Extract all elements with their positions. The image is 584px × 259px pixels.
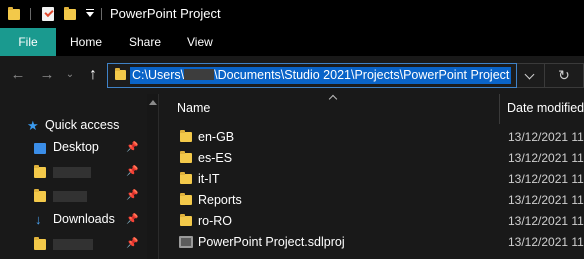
customize-toolbar-icon[interactable]	[86, 9, 94, 19]
tab-file[interactable]: File	[0, 28, 56, 56]
sidebar-item-redacted[interactable]: 📌	[0, 160, 145, 184]
navigation-bar: ← → ⌄ ↑ C:\Users\ \Documents\Studio 2021\…	[0, 56, 584, 94]
address-dropdown-button[interactable]	[517, 63, 545, 88]
scroll-up-icon[interactable]	[149, 100, 157, 105]
sidebar-item-redacted[interactable]: 📌	[0, 232, 145, 256]
folder-icon	[34, 237, 46, 250]
column-divider[interactable]	[499, 94, 500, 124]
file-name: it-IT	[198, 172, 220, 186]
ribbon-tabs: File Home Share View	[0, 28, 584, 56]
column-header-date-modified[interactable]: Date modified	[507, 101, 584, 115]
pin-icon[interactable]: 📌	[126, 190, 138, 201]
file-date: 13/12/2021 11:5	[508, 151, 584, 165]
address-bar[interactable]: C:\Users\ \Documents\Studio 2021\Projects…	[107, 63, 517, 88]
list-item[interactable]: ro-RO 13/12/2021 11:5	[159, 211, 584, 232]
folder-icon	[180, 151, 192, 163]
file-name: en-GB	[198, 130, 235, 144]
sidebar-item-label: Desktop	[53, 140, 99, 154]
file-date: 13/12/2021 11:5	[508, 193, 584, 207]
file-date: 13/12/2021 11:5	[508, 172, 584, 186]
folder-icon	[180, 130, 192, 142]
project-file-icon	[179, 236, 193, 248]
title-bar: PowerPoint Project	[0, 0, 584, 28]
file-name: PowerPoint Project.sdlproj	[198, 235, 345, 249]
pin-icon[interactable]: 📌	[126, 238, 138, 249]
forward-arrow-icon[interactable]: →	[37, 66, 57, 84]
folder-icon	[115, 68, 126, 80]
file-date: 13/12/2021 11:5	[508, 214, 584, 228]
divider	[101, 8, 102, 20]
tab-share[interactable]: Share	[129, 28, 161, 56]
file-list: Name Date modified en-GB 13/12/2021 11:5…	[159, 94, 584, 259]
pin-icon[interactable]: 📌	[126, 166, 138, 177]
pin-icon[interactable]: 📌	[126, 142, 138, 153]
chevron-down-icon[interactable]: ⌄	[64, 66, 76, 84]
list-item[interactable]: it-IT 13/12/2021 11:5	[159, 169, 584, 190]
list-item[interactable]: PowerPoint Project.sdlproj 13/12/2021 11…	[159, 232, 584, 253]
new-folder-icon[interactable]	[64, 7, 76, 20]
refresh-icon[interactable]: ↻	[545, 63, 584, 88]
sidebar-item-redacted[interactable]: 📌	[0, 184, 145, 208]
file-name: es-ES	[198, 151, 233, 165]
file-date: 13/12/2021 11:5	[508, 235, 584, 249]
path-suffix: \Documents\Studio 2021\Projects\PowerPoi…	[214, 68, 510, 82]
folder-icon	[34, 189, 46, 202]
tab-view[interactable]: View	[187, 28, 213, 56]
sidebar-item-label: Downloads	[53, 212, 115, 226]
redacted-username	[184, 69, 215, 80]
sidebar-item-downloads[interactable]: ↓ Downloads 📌	[0, 208, 145, 232]
sidebar-item-label: Quick access	[45, 118, 120, 132]
properties-icon[interactable]	[42, 7, 54, 21]
back-arrow-icon[interactable]: ←	[8, 66, 28, 84]
address-path[interactable]: C:\Users\ \Documents\Studio 2021\Projects…	[130, 67, 512, 84]
list-item[interactable]: Reports 13/12/2021 11:5	[159, 190, 584, 211]
desktop-icon	[34, 143, 46, 154]
pin-icon[interactable]: 📌	[126, 214, 138, 225]
window-title: PowerPoint Project	[110, 6, 221, 21]
navigation-pane-scrollbar[interactable]	[147, 94, 158, 259]
download-icon: ↓	[35, 212, 42, 227]
folder-icon	[180, 214, 192, 226]
file-name: Reports	[198, 193, 242, 207]
tab-home[interactable]: Home	[70, 28, 102, 56]
file-name: ro-RO	[198, 214, 233, 228]
divider	[30, 8, 31, 20]
column-header-name[interactable]: Name	[177, 101, 210, 115]
up-arrow-icon[interactable]: ↑	[84, 66, 102, 84]
navigation-pane: ★ Quick access Desktop 📌 📌 📌 ↓ Downloads…	[0, 94, 158, 259]
file-date: 13/12/2021 11:5	[508, 130, 584, 144]
folder-icon	[34, 165, 46, 178]
list-item[interactable]: en-GB 13/12/2021 11:5	[159, 127, 584, 148]
folder-icon	[8, 7, 20, 20]
star-icon: ★	[27, 118, 39, 133]
redacted-label	[53, 191, 87, 202]
folder-icon	[180, 172, 192, 184]
sidebar-item-quick-access[interactable]: ★ Quick access	[0, 114, 145, 138]
path-prefix: C:\Users\	[132, 68, 185, 82]
redacted-label	[53, 239, 93, 250]
list-item[interactable]: es-ES 13/12/2021 11:5	[159, 148, 584, 169]
redacted-label	[53, 167, 91, 178]
folder-icon	[180, 193, 192, 205]
sort-ascending-icon	[329, 94, 337, 100]
sidebar-item-desktop[interactable]: Desktop 📌	[0, 136, 145, 160]
